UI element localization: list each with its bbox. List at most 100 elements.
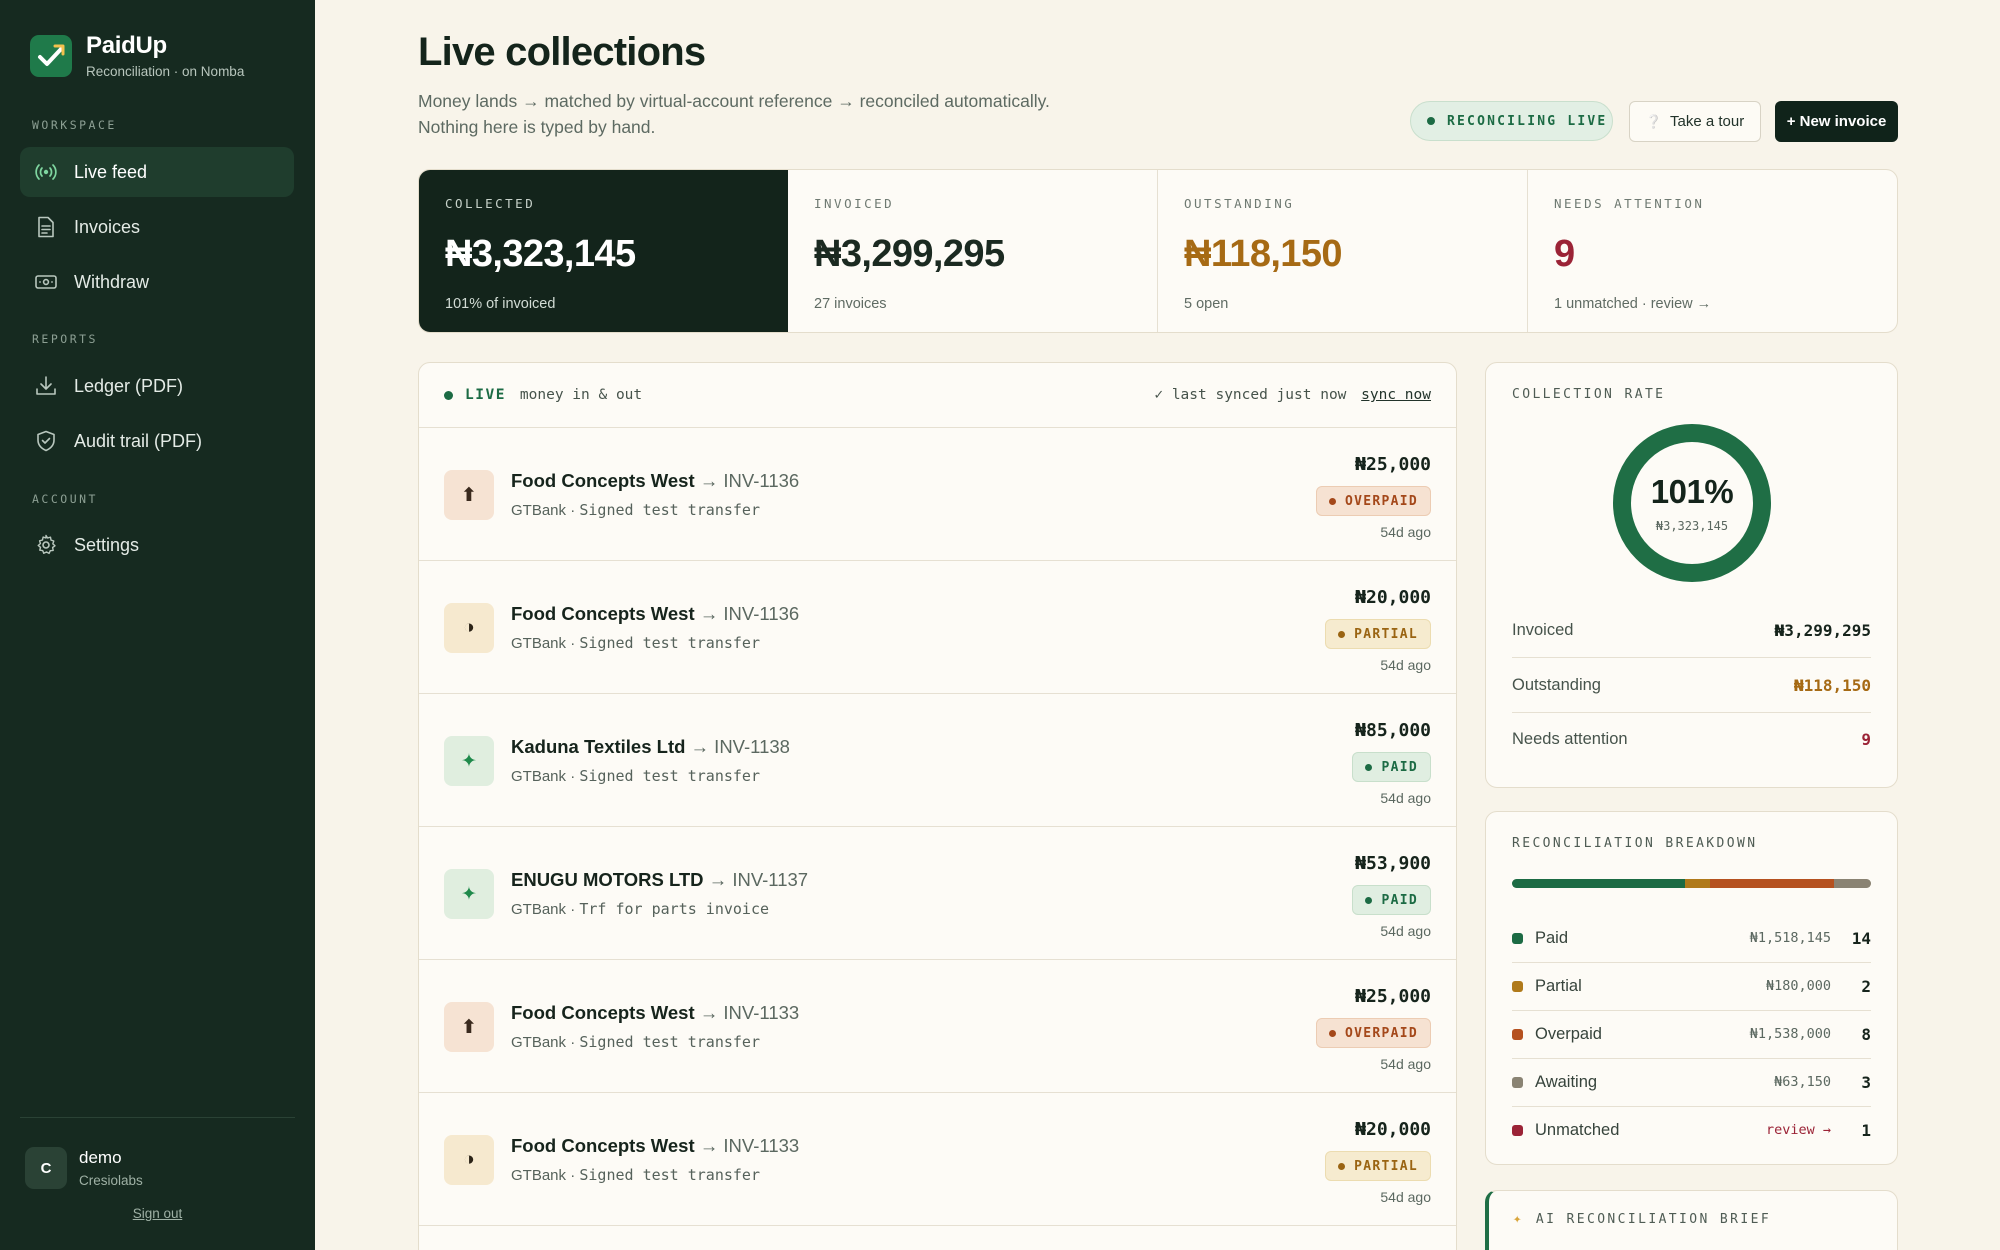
rate-row-value: 9: [1861, 729, 1871, 749]
row-invoice: → INV-1133: [694, 1002, 800, 1023]
donut-center: 101% ₦3,323,145: [1612, 423, 1772, 583]
row-bank: GTBank: [511, 502, 567, 519]
feed-row[interactable]: ⬆ Food Concepts West → INV-1136 GTBank ·…: [419, 428, 1456, 561]
breakdown-bar: [1512, 879, 1871, 888]
row-memo: Signed test transfer: [579, 1033, 760, 1051]
breakdown-count: 2: [1861, 976, 1871, 996]
feed-row[interactable]: ✦ ENUGU MOTORS LTD → INV-1137 GTBank · T…: [419, 827, 1456, 960]
rate-row-value: ₦118,150: [1793, 675, 1871, 695]
brand[interactable]: PaidUp Reconciliation · on Nomba: [30, 32, 244, 79]
feed-row[interactable]: ◑ Food Concepts West → INV-1133 GTBank ·…: [419, 1093, 1456, 1226]
breakdown-row-awaiting[interactable]: Awaiting ₦63,150 3: [1512, 1058, 1871, 1106]
half-circle-icon: ◑: [444, 603, 494, 653]
feed-row[interactable]: ◑ Food Concepts West → INV-1136 GTBank ·…: [419, 561, 1456, 694]
row-subtitle: GTBank · Trf for parts invoice: [511, 900, 770, 918]
breakdown-label: Partial: [1535, 976, 1582, 995]
breakdown-bar-segment-awaiting: [1834, 879, 1871, 888]
status-dot-icon: [1338, 1162, 1346, 1170]
sidebar-item-label: Settings: [74, 534, 140, 555]
avatar: C: [25, 1147, 67, 1189]
new-invoice-button[interactable]: + New invoice: [1775, 101, 1898, 142]
legend-swatch: [1512, 1028, 1523, 1040]
breakdown-row-partial[interactable]: Partial ₦180,000 2: [1512, 962, 1871, 1010]
review-link[interactable]: review →: [1711, 1122, 1831, 1138]
row-time: 54d ago: [1380, 657, 1431, 673]
broadcast-icon: [34, 160, 58, 184]
stat-needs-attention[interactable]: NEEDS ATTENTION 9 1 unmatched · review →: [1528, 170, 1897, 332]
row-title: Food Concepts West → INV-1133: [511, 1002, 799, 1024]
sync-now-link[interactable]: sync now: [1361, 387, 1431, 403]
stat-note: 1 unmatched · review →: [1554, 296, 1712, 312]
stat-outstanding: OUTSTANDING ₦118,150 5 open: [1158, 170, 1528, 332]
rate-row-needs-attention: Needs attention 9: [1512, 712, 1871, 766]
rate-row-invoiced: Invoiced ₦3,299,295: [1512, 603, 1871, 657]
breakdown-count: 3: [1861, 1072, 1871, 1092]
page-subtitle-line-1: Money lands → matched by virtual-account…: [418, 91, 1050, 111]
breakdown-count: 14: [1851, 928, 1871, 948]
brand-subtitle: Reconciliation · on Nomba: [86, 64, 245, 79]
feed-row[interactable]: ⬆ Food Concepts West → INV-1133 GTBank ·…: [419, 960, 1456, 1093]
row-amount: ₦20,000: [1355, 587, 1431, 608]
sidebar-item-invoices[interactable]: Invoices: [20, 202, 294, 252]
row-customer: Food Concepts West: [511, 603, 695, 624]
status-dot-icon: [1328, 1029, 1336, 1037]
take-tour-label: Take a tour: [1669, 113, 1745, 130]
row-invoice: → INV-1138: [685, 736, 790, 757]
row-customer: Food Concepts West: [511, 1002, 695, 1023]
sidebar-item-ledger[interactable]: Ledger (PDF): [20, 361, 294, 411]
row-subtitle: GTBank · Signed test transfer: [511, 634, 760, 652]
breakdown-bar-segment-paid: [1512, 879, 1685, 888]
card-label: ✦ AI RECONCILIATION BRIEF: [1513, 1211, 1771, 1227]
row-subtitle: GTBank · Signed test transfer: [511, 1033, 760, 1051]
row-memo: Trf for parts invoice: [579, 900, 770, 918]
reconciling-live-pill: RECONCILING LIVE: [1410, 101, 1613, 141]
breakdown-row-overpaid[interactable]: Overpaid ₦1,538,000 8: [1512, 1010, 1871, 1058]
sidebar-item-label: Audit trail (PDF): [74, 430, 203, 451]
row-title: ENUGU MOTORS LTD → INV-1137: [511, 869, 808, 891]
row-subtitle: GTBank · Signed test transfer: [511, 767, 760, 785]
feed-live-label: LIVE: [465, 387, 506, 403]
breakdown-row-unmatched[interactable]: Unmatched review → 1: [1512, 1106, 1871, 1154]
rate-row-label: Outstanding: [1512, 675, 1601, 694]
page-subtitle: Money lands → matched by virtual-account…: [418, 88, 1138, 140]
status-label: PAID: [1381, 759, 1418, 775]
user-org: Cresiolabs: [79, 1173, 143, 1188]
user-profile[interactable]: C demo Cresiolabs: [25, 1147, 143, 1189]
feed-title: money in & out: [519, 387, 643, 403]
breakdown-bar-segment-partial: [1684, 879, 1710, 888]
take-tour-button[interactable]: ❔ Take a tour: [1629, 101, 1761, 142]
row-customer: Food Concepts West: [511, 1135, 695, 1156]
breakdown-amount: ₦1,518,145: [1749, 930, 1831, 946]
breakdown-row-paid[interactable]: Paid ₦1,518,145 14: [1512, 914, 1871, 962]
section-account: ACCOUNT: [32, 492, 98, 506]
row-amount: ₦85,000: [1355, 720, 1431, 741]
feed-row[interactable]: ✦ Kaduna Textiles Ltd → INV-1138 GTBank …: [419, 694, 1456, 827]
collection-donut: 101% ₦3,323,145: [1612, 423, 1772, 583]
status-dot-icon: [1338, 630, 1346, 638]
stat-label: COLLECTED: [445, 196, 536, 211]
paidup-logo-icon: [30, 34, 72, 77]
rate-row-label: Needs attention: [1512, 729, 1628, 748]
gear-icon: [34, 533, 58, 557]
rate-row-label: Invoiced: [1512, 620, 1574, 639]
lightbulb-icon: ❔: [1645, 113, 1662, 129]
stats-bar: COLLECTED ₦3,323,145 101% of invoiced IN…: [418, 169, 1898, 333]
document-icon: [34, 215, 58, 239]
user-name: demo: [79, 1148, 122, 1167]
sidebar-item-withdraw[interactable]: Withdraw: [20, 257, 294, 307]
sidebar-item-audit-trail[interactable]: Audit trail (PDF): [20, 416, 294, 466]
row-bank: GTBank: [511, 635, 567, 652]
sidebar-item-live-feed[interactable]: Live feed: [20, 147, 294, 197]
row-invoice: → INV-1133: [694, 1135, 800, 1156]
sign-out-link[interactable]: Sign out: [0, 1206, 315, 1221]
row-amount: ₦25,000: [1355, 454, 1431, 475]
row-bank: GTBank: [511, 768, 567, 785]
row-time: 54d ago: [1380, 790, 1431, 806]
row-customer: ENUGU MOTORS LTD: [511, 869, 704, 890]
row-time: 54d ago: [1380, 1056, 1431, 1072]
row-bank: GTBank: [511, 1167, 567, 1184]
stat-value: ₦3,299,295: [814, 233, 1005, 275]
sidebar-item-settings[interactable]: Settings: [20, 520, 294, 570]
row-subtitle: GTBank · Signed test transfer: [511, 501, 760, 519]
stat-label: OUTSTANDING: [1184, 196, 1295, 211]
